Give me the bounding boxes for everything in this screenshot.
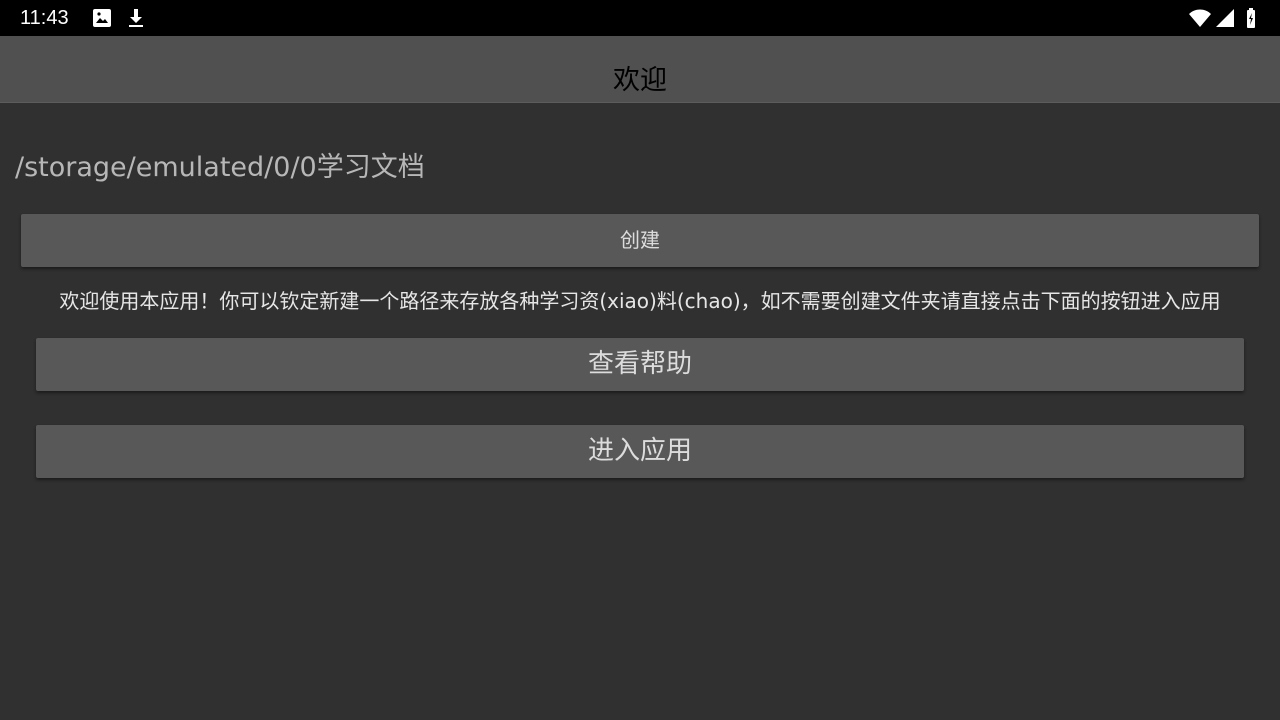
app-title: 欢迎 [613, 65, 667, 96]
create-button[interactable]: 创建 [21, 214, 1259, 267]
welcome-message: 欢迎使用本应用！你可以钦定新建一个路径来存放各种学习资(xiao)料(chao)… [59, 289, 1221, 313]
app-bar: 欢迎 [0, 36, 1280, 103]
status-time: 11:43 [20, 7, 69, 29]
storage-path-field[interactable]: /storage/emulated/0/0学习文档 [15, 150, 425, 186]
battery-charging-icon [1247, 8, 1255, 28]
wifi-icon [1189, 9, 1211, 27]
status-bar: 11:43 [0, 0, 1280, 36]
image-icon [93, 9, 111, 27]
download-icon [129, 9, 143, 27]
view-help-button[interactable]: 查看帮助 [36, 338, 1244, 391]
enter-app-button[interactable]: 进入应用 [36, 425, 1244, 478]
cell-signal-icon [1216, 9, 1234, 27]
